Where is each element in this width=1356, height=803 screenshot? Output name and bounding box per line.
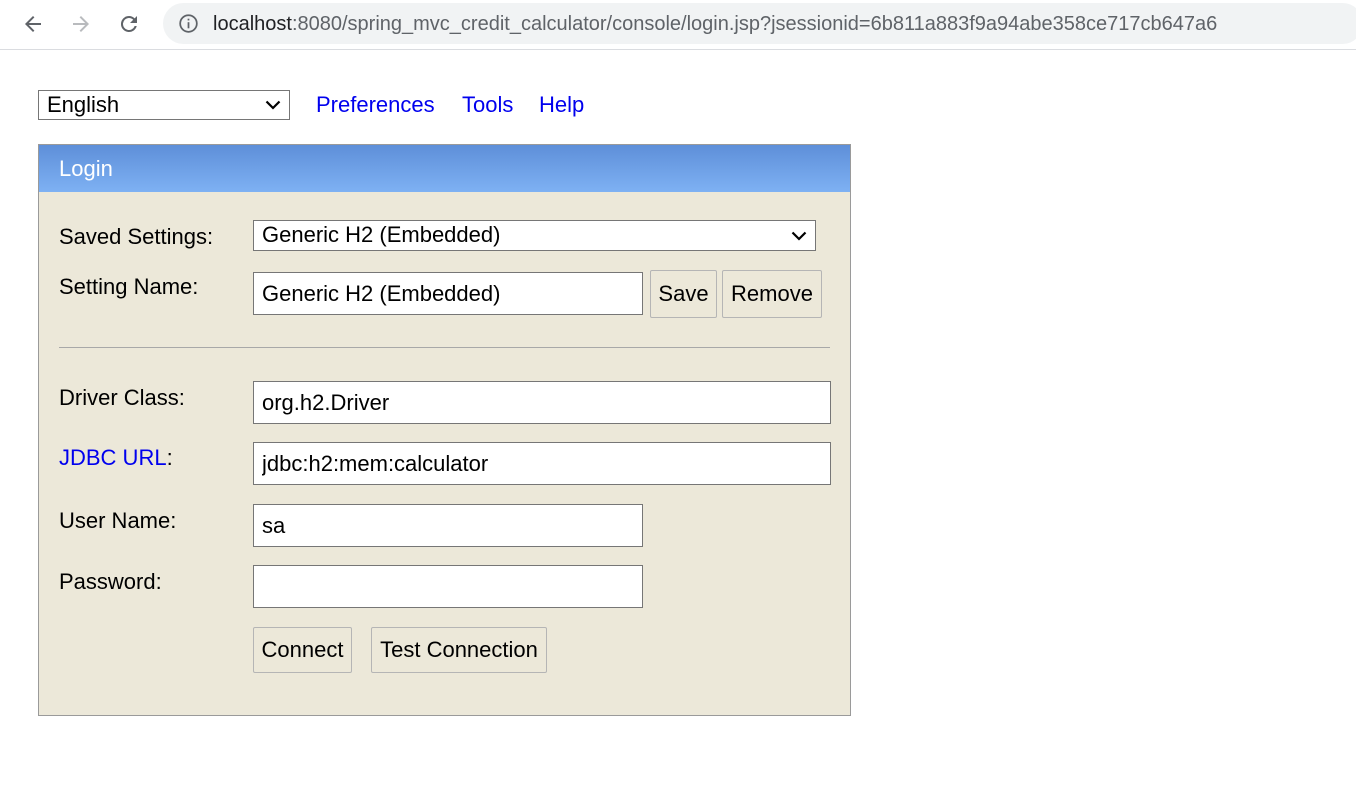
address-url[interactable]: localhost:8080/spring_mvc_credit_calcula… (213, 13, 1217, 35)
login-panel: Login Saved Settings: Generic H2 (Embedd… (38, 144, 851, 716)
login-panel-title: Login (39, 145, 850, 192)
jdbc-url-link[interactable]: JDBC URL (59, 445, 167, 470)
url-path: :8080/spring_mvc_credit_calculator/conso… (291, 13, 1218, 35)
language-select[interactable]: English (38, 90, 290, 120)
jdbc-url-input[interactable] (253, 442, 831, 485)
preferences-link[interactable]: Preferences (316, 92, 435, 118)
password-label: Password: (59, 569, 162, 594)
tools-link[interactable]: Tools (462, 92, 513, 118)
help-link[interactable]: Help (539, 92, 584, 118)
reload-button[interactable] (114, 9, 144, 39)
divider (59, 347, 830, 348)
forward-button[interactable] (66, 9, 96, 39)
test-connection-button[interactable]: Test Connection (371, 627, 547, 673)
driver-class-label: Driver Class: (59, 385, 185, 410)
forward-arrow-icon (73, 16, 89, 32)
address-bar[interactable]: localhost:8080/spring_mvc_credit_calcula… (163, 3, 1356, 44)
jdbc-url-colon: : (166, 445, 173, 470)
saved-settings-value: Generic H2 (Embedded) (262, 222, 501, 247)
browser-toolbar: localhost:8080/spring_mvc_credit_calcula… (0, 0, 1356, 50)
connect-button[interactable]: Connect (253, 627, 352, 673)
jdbc-url-label: JDBC URL: (59, 445, 173, 471)
reload-icon (120, 15, 137, 32)
saved-settings-label: Saved Settings: (59, 224, 214, 249)
remove-button[interactable]: Remove (722, 270, 822, 318)
url-host: localhost (213, 13, 292, 35)
driver-class-input[interactable] (253, 381, 831, 424)
password-input[interactable] (253, 565, 643, 608)
back-button[interactable] (18, 9, 48, 39)
back-arrow-icon (25, 16, 41, 32)
info-icon[interactable] (178, 13, 199, 34)
setting-name-label: Setting Name: (59, 274, 199, 299)
user-name-label: User Name: (59, 508, 177, 533)
chevron-down-icon (791, 231, 807, 241)
chevron-down-icon (265, 100, 281, 110)
setting-name-input[interactable] (253, 272, 643, 315)
save-button[interactable]: Save (650, 270, 717, 318)
language-select-value: English (47, 92, 120, 117)
saved-settings-select[interactable]: Generic H2 (Embedded) (253, 220, 816, 251)
user-name-input[interactable] (253, 504, 643, 547)
